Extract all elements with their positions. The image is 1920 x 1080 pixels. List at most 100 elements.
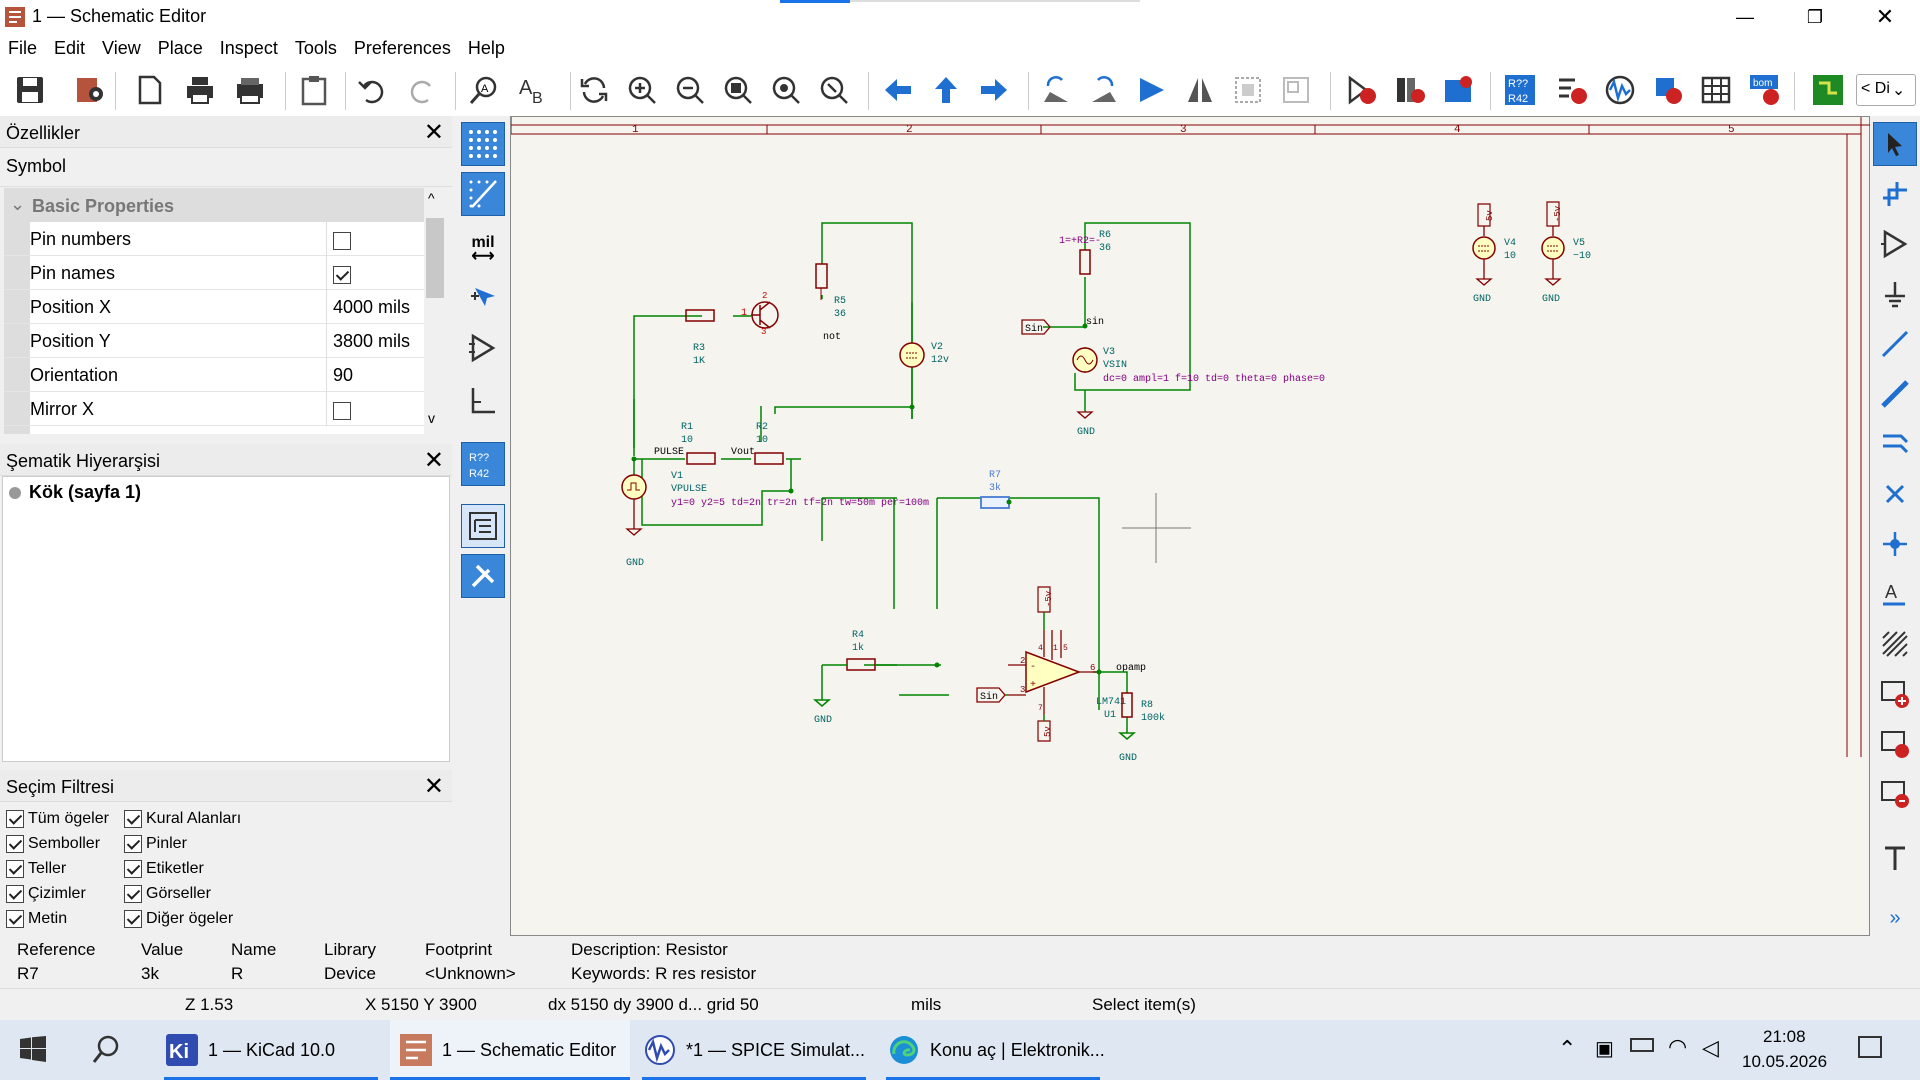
taskbar-app-schematic[interactable]: 1 — Schematic Editor: [390, 1020, 630, 1080]
minimize-button[interactable]: —: [1710, 0, 1780, 34]
tray-chevron-up-icon[interactable]: ⌃: [1558, 1036, 1576, 1062]
zoom-in-icon[interactable]: [622, 70, 662, 110]
wifi-icon[interactable]: ◠: [1668, 1034, 1687, 1060]
filter-all[interactable]: Tüm ögeler: [6, 810, 109, 828]
expand-toolbar-icon[interactable]: »: [1873, 896, 1917, 940]
filter-checkbox[interactable]: [124, 810, 142, 828]
filter-labels[interactable]: Etiketler: [124, 860, 204, 878]
toolbar-overflow-dropdown[interactable]: < Di ⌄: [1856, 74, 1916, 106]
windows-start-icon[interactable]: [20, 1036, 46, 1067]
cursor-crosshair-icon[interactable]: [461, 276, 505, 320]
units-toggle[interactable]: mil ⟷: [461, 226, 505, 270]
hidden-pins-icon[interactable]: [461, 326, 505, 370]
zoom-out-icon[interactable]: [670, 70, 710, 110]
symbol-editor-icon[interactable]: [1342, 70, 1382, 110]
orientation-field[interactable]: 90: [333, 365, 353, 386]
simulator-icon[interactable]: [1600, 70, 1640, 110]
schematic-setup-icon[interactable]: [70, 70, 110, 110]
menu-inspect[interactable]: Inspect: [212, 34, 287, 64]
pin-numbers-checkbox[interactable]: [333, 232, 351, 251]
properties-scrollbar[interactable]: ^ v: [424, 188, 446, 434]
menu-view[interactable]: View: [94, 34, 150, 64]
menu-preferences[interactable]: Preferences: [346, 34, 460, 64]
add-wire-icon[interactable]: [1873, 322, 1917, 366]
position-y-field[interactable]: 3800 mils: [333, 331, 410, 352]
filter-checkbox[interactable]: [6, 810, 24, 828]
menu-place[interactable]: Place: [150, 34, 212, 64]
ungroup-icon[interactable]: [1276, 70, 1316, 110]
menu-edit[interactable]: Edit: [46, 34, 94, 64]
properties-section[interactable]: ⌄ Basic Properties: [4, 188, 424, 222]
close-icon[interactable]: ✕: [424, 446, 444, 475]
highlight-net-icon[interactable]: [1873, 172, 1917, 216]
filter-checkbox[interactable]: [124, 910, 142, 928]
filter-checkbox[interactable]: [6, 835, 24, 853]
plot-icon[interactable]: [230, 70, 270, 110]
sheet-pin-icon[interactable]: [1873, 772, 1917, 816]
clock-date[interactable]: 10.05.2026: [1742, 1052, 1827, 1072]
import-sheet-icon[interactable]: [1873, 722, 1917, 766]
filter-checkbox[interactable]: [124, 885, 142, 903]
bus-entry-icon[interactable]: [1873, 422, 1917, 466]
select-arrow-icon[interactable]: [1873, 122, 1917, 166]
clock-time[interactable]: 21:08: [1763, 1027, 1806, 1047]
add-bus-icon[interactable]: [1873, 372, 1917, 416]
notifications-icon[interactable]: [1858, 1036, 1882, 1058]
close-icon[interactable]: ✕: [424, 772, 444, 801]
annotate-toggle-icon[interactable]: R?? R42: [461, 442, 505, 486]
bom-icon[interactable]: bom: [1744, 70, 1784, 110]
rotate-cw-icon[interactable]: [1084, 70, 1124, 110]
taskbar-app-edge[interactable]: Konu aç | Elektronik...: [878, 1020, 1108, 1080]
paste-icon[interactable]: [294, 70, 334, 110]
assign-footprints-icon[interactable]: [1648, 70, 1688, 110]
mirror-x-checkbox[interactable]: [333, 402, 351, 421]
add-sheet-icon[interactable]: [1873, 672, 1917, 716]
tray-device-icon[interactable]: ▣: [1595, 1036, 1614, 1061]
filter-checkbox[interactable]: [6, 885, 24, 903]
filter-rule-areas[interactable]: Kural Alanları: [124, 810, 241, 828]
grid-dots-icon[interactable]: [461, 122, 505, 166]
navigate-back-icon[interactable]: [878, 70, 918, 110]
no-connect-icon[interactable]: [1873, 472, 1917, 516]
filter-pins[interactable]: Pinler: [124, 835, 187, 853]
print-icon[interactable]: [180, 70, 220, 110]
navigate-up-icon[interactable]: [926, 70, 966, 110]
volume-icon[interactable]: ◁: [1702, 1035, 1719, 1061]
schematic-canvas[interactable]: 1 2 3 4 5 R5 36 not V2 12v R3 1K 1 2 3 R: [510, 116, 1871, 936]
zoom-fit-icon[interactable]: [718, 70, 758, 110]
resistor-r7-selected[interactable]: R7 3k: [980, 470, 1010, 509]
zoom-selection-icon[interactable]: [814, 70, 854, 110]
taskbar-app-spice[interactable]: *1 — SPICE Simulat...: [634, 1020, 874, 1080]
pin-names-checkbox[interactable]: [333, 266, 351, 285]
page-settings-icon[interactable]: [130, 70, 170, 110]
filter-graphics[interactable]: Çizimler: [6, 885, 86, 903]
properties-panel-icon[interactable]: [461, 554, 505, 598]
restore-button[interactable]: ❐: [1780, 0, 1850, 34]
hierarchy-root[interactable]: Kök (sayfa 1): [29, 482, 141, 503]
refresh-icon[interactable]: [574, 70, 614, 110]
redo-icon[interactable]: [402, 70, 442, 110]
footprint-editor-icon[interactable]: [1438, 70, 1478, 110]
rotate-ccw-icon[interactable]: [1036, 70, 1076, 110]
filter-checkbox[interactable]: [6, 910, 24, 928]
close-icon[interactable]: ✕: [424, 118, 444, 147]
undo-icon[interactable]: [352, 70, 392, 110]
navigate-forward-icon[interactable]: [974, 70, 1014, 110]
pcb-editor-icon[interactable]: [1808, 70, 1848, 110]
rule-area-icon[interactable]: [1873, 622, 1917, 666]
save-icon[interactable]: [10, 70, 50, 110]
symbol-library-icon[interactable]: [1390, 70, 1430, 110]
add-power-icon[interactable]: [1873, 272, 1917, 316]
grid-overrides-icon[interactable]: [461, 172, 505, 216]
add-symbol-icon[interactable]: [1873, 222, 1917, 266]
filter-text[interactable]: Metin: [6, 910, 67, 928]
menu-file[interactable]: File: [0, 34, 46, 64]
junction-icon[interactable]: [1873, 522, 1917, 566]
group-icon[interactable]: [1228, 70, 1268, 110]
mirror-horizontal-icon[interactable]: [1180, 70, 1220, 110]
position-x-field[interactable]: 4000 mils: [333, 297, 410, 318]
filter-checkbox[interactable]: [124, 835, 142, 853]
filter-wires[interactable]: Teller: [6, 860, 66, 878]
filter-checkbox[interactable]: [6, 860, 24, 878]
erc-icon[interactable]: [1552, 70, 1592, 110]
